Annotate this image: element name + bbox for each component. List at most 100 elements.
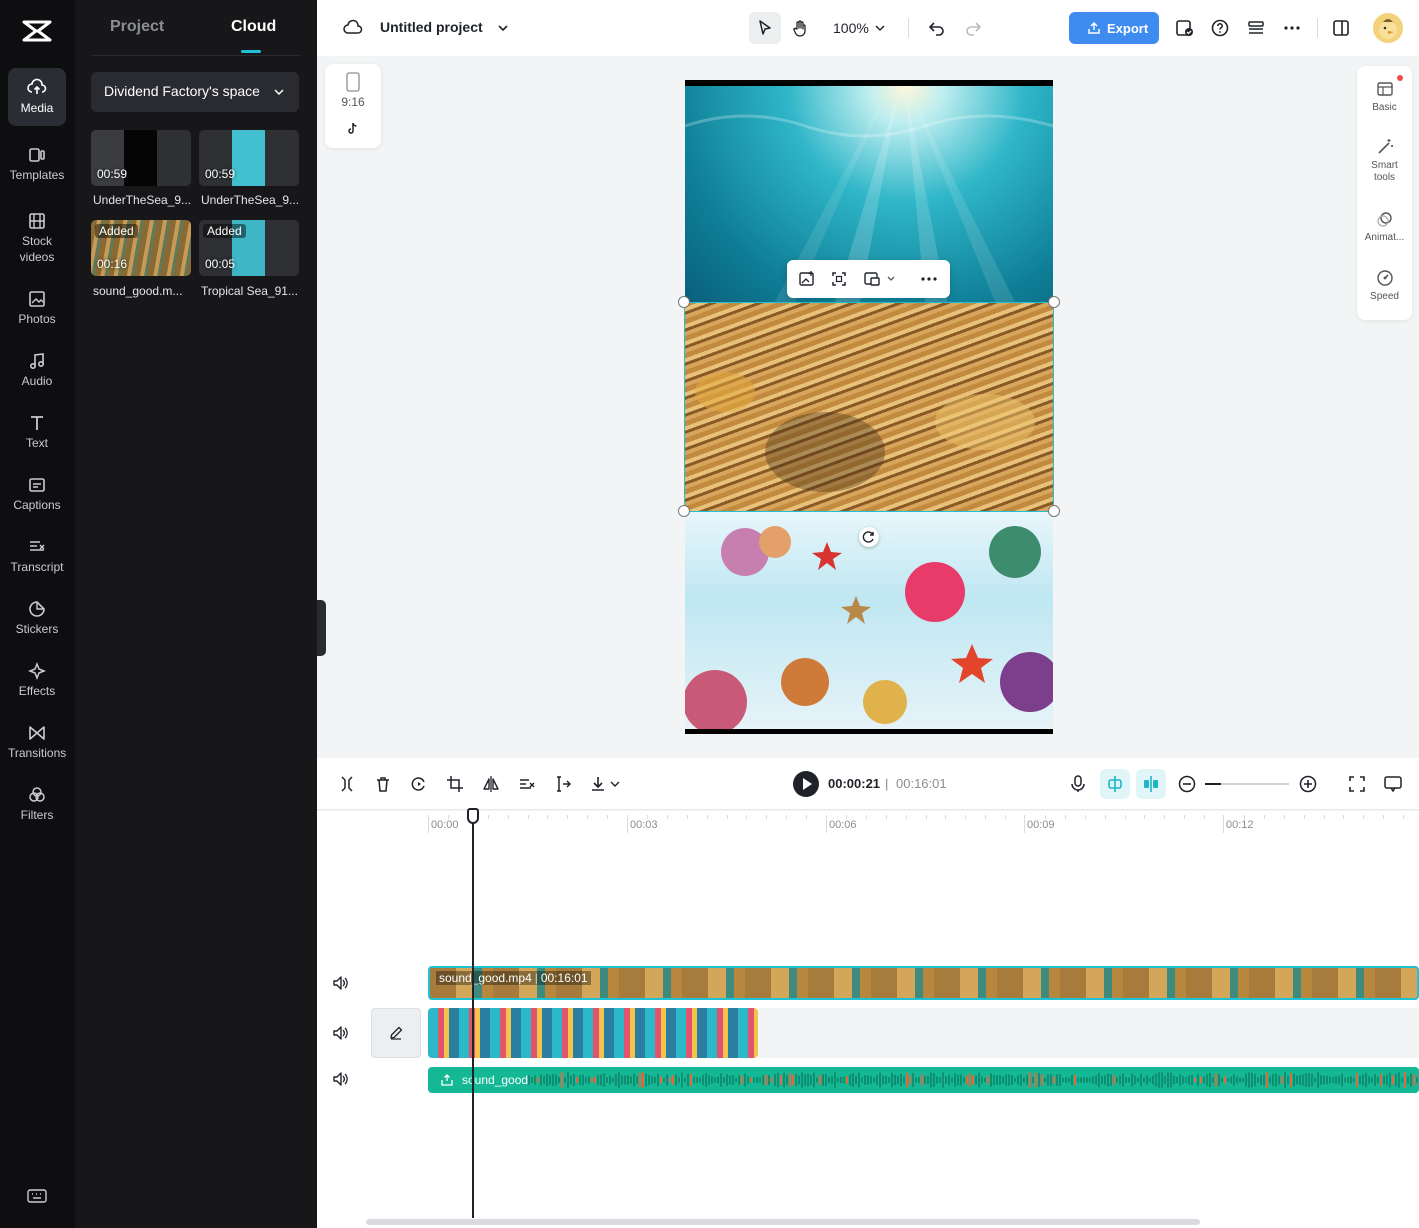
remove-background-icon[interactable] [517, 774, 537, 794]
rail-item-audio[interactable]: Audio [8, 341, 66, 399]
playhead[interactable] [472, 810, 474, 1218]
zoom-out-icon[interactable] [1177, 774, 1197, 794]
waveform-bar [1212, 1077, 1214, 1083]
selection-box[interactable] [684, 302, 1054, 512]
timeline-scrollbar[interactable] [366, 1219, 1200, 1225]
rail-item-transitions[interactable]: Transitions [8, 713, 66, 771]
ruler-minor-tick [1044, 815, 1046, 819]
avatar[interactable] [1373, 13, 1403, 43]
auto-snap-button[interactable] [1100, 769, 1130, 799]
media-card[interactable]: 00:59 [199, 130, 299, 186]
microphone-icon[interactable] [1068, 774, 1088, 794]
rail-item-text[interactable]: Text [8, 403, 66, 461]
speaker-icon[interactable] [331, 1070, 349, 1088]
rail-item-stickers[interactable]: Stickers [8, 589, 66, 647]
background-remove-icon[interactable] [863, 270, 881, 288]
loop-icon[interactable] [409, 774, 429, 794]
ruler-minor-tick [1184, 815, 1186, 819]
zoom-in-icon[interactable] [1298, 774, 1318, 794]
rail-item-effects[interactable]: Effects [8, 651, 66, 709]
waveform-bar [618, 1072, 620, 1088]
audio-clip[interactable]: sound_good [428, 1067, 1419, 1093]
speaker-icon[interactable] [331, 1024, 349, 1042]
timeline-toolbar: 00:00:21 | 00:16:01 [317, 758, 1419, 810]
replace-image-icon[interactable] [798, 270, 816, 288]
chevron-down-icon[interactable] [609, 774, 621, 794]
export-button[interactable]: Export [1069, 12, 1159, 44]
download-icon[interactable] [588, 774, 608, 794]
waveform-bar [597, 1075, 599, 1085]
crop-frame-icon[interactable] [830, 270, 848, 288]
rail-item-transcript[interactable]: Transcript [8, 527, 66, 585]
play-button[interactable] [793, 771, 819, 797]
main-video-clip[interactable]: sound_good.mp4 | 00:16:01 [428, 966, 1419, 1000]
ratio-label: 9:16 [341, 95, 365, 109]
more-icon[interactable] [1282, 18, 1302, 38]
waveform-bar [1101, 1075, 1103, 1085]
undo-icon[interactable] [927, 18, 947, 38]
panel-layout-icon[interactable] [1331, 18, 1351, 38]
waveform-bar [1251, 1072, 1253, 1088]
waveform-bar [1161, 1072, 1163, 1088]
more-icon[interactable] [920, 270, 938, 288]
comment-icon[interactable] [1383, 774, 1403, 794]
fit-timeline-icon[interactable] [1347, 774, 1367, 794]
zoom-level[interactable]: 100% [833, 20, 869, 36]
redo-icon[interactable] [963, 18, 983, 38]
prop-speed[interactable]: Speed [1357, 269, 1412, 303]
waveform-bar [564, 1077, 566, 1083]
rotate-handle[interactable] [859, 527, 879, 547]
media-card[interactable]: Added 00:05 [199, 220, 299, 276]
playhead-handle[interactable] [467, 808, 479, 824]
prop-smart-tools[interactable]: Smart tools [1357, 138, 1412, 184]
chevron-down-icon[interactable] [886, 274, 896, 284]
waveform-bar [1299, 1074, 1301, 1086]
chevron-down-icon[interactable] [493, 18, 513, 38]
waveform-bar [1254, 1073, 1256, 1087]
resize-handle[interactable] [1048, 505, 1060, 517]
resize-handle[interactable] [678, 296, 690, 308]
secondary-video-clip[interactable] [428, 1008, 758, 1058]
rail-item-filters[interactable]: Filters [8, 775, 66, 833]
resize-handle[interactable] [1048, 296, 1060, 308]
media-card[interactable]: 00:59 [91, 130, 191, 186]
panel-collapse-handle[interactable] [317, 600, 326, 656]
timeline[interactable]: 00:00 00:03 00:06 00:09 00:12 sound_good… [317, 811, 1419, 1228]
crop-icon[interactable] [445, 774, 465, 794]
prop-basic[interactable]: Basic [1357, 80, 1412, 114]
flip-icon[interactable] [481, 774, 501, 794]
keyboard-icon[interactable] [27, 1188, 47, 1204]
media-card[interactable]: Added 00:16 [91, 220, 191, 276]
rail-item-captions[interactable]: Captions [8, 465, 66, 523]
ruler-minor-tick [1104, 815, 1106, 819]
waveform-bar [624, 1075, 626, 1085]
delete-icon[interactable] [373, 774, 393, 794]
waveform-bar [1326, 1075, 1328, 1085]
select-tool-button[interactable] [749, 12, 781, 44]
trim-icon[interactable] [553, 774, 573, 794]
tab-cloud[interactable]: Cloud [231, 18, 276, 36]
rail-item-templates[interactable]: Templates [8, 135, 66, 193]
rail-item-photos[interactable]: Photos [8, 279, 66, 337]
aspect-ratio-selector[interactable]: 9:16 [325, 64, 381, 148]
rail-item-media[interactable]: Media [8, 68, 66, 126]
speaker-icon[interactable] [331, 974, 349, 992]
resize-handle[interactable] [678, 505, 690, 517]
cloud-icon[interactable] [343, 18, 363, 38]
waveform-bar [1158, 1072, 1160, 1088]
link-clips-button[interactable] [1136, 769, 1166, 799]
chevron-down-icon[interactable] [870, 18, 890, 38]
layers-icon[interactable] [1246, 18, 1266, 38]
tab-project[interactable]: Project [110, 18, 164, 36]
hand-icon[interactable] [791, 18, 811, 38]
shield-check-icon[interactable] [1174, 18, 1194, 38]
prop-animation[interactable]: Animat... [1357, 210, 1412, 244]
split-icon[interactable] [337, 774, 357, 794]
help-icon[interactable] [1210, 18, 1230, 38]
cover-edit-button[interactable] [371, 1008, 421, 1058]
project-title[interactable]: Untitled project [380, 19, 483, 35]
waveform-bar [1128, 1077, 1130, 1083]
rail-item-stock-videos[interactable]: Stock videos [8, 201, 66, 269]
space-dropdown[interactable]: Dividend Factory's space [91, 72, 299, 112]
waveform-bar [1278, 1075, 1280, 1085]
